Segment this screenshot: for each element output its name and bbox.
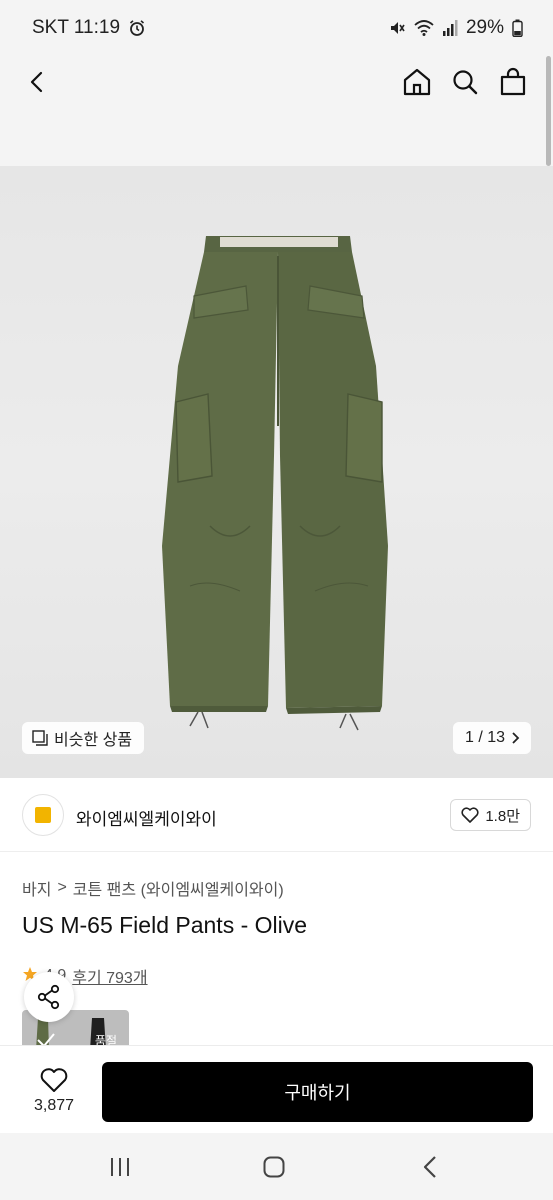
back-nav-icon [423,1156,436,1178]
heart-outline-icon [40,1068,68,1092]
buy-button[interactable]: 구매하기 [102,1062,533,1122]
similar-label: 비슷한 상품 [54,732,133,749]
breadcrumb-subcategory[interactable]: 코튼 팬츠 (와이엠씨엘케이와이) [73,876,284,900]
home-button[interactable] [395,60,439,104]
carrier-time: SKT 11:19 [32,17,121,38]
home-nav-button[interactable] [254,1151,294,1183]
alarm-icon [128,19,146,37]
search-button[interactable] [443,60,487,104]
brand-logo-mark [35,807,51,823]
wishlist-count: 3,877 [33,1097,75,1114]
image-counter-button[interactable]: 1 / 13 [452,722,531,754]
signal-icon [442,19,458,37]
cart-button[interactable] [491,60,535,104]
breadcrumb-category[interactable]: 바지 [22,876,51,900]
status-left: SKT 11:19 [32,17,146,39]
back-icon [30,71,43,93]
review-link[interactable]: 후기 793개 [72,964,147,988]
status-right: 29% [388,17,523,39]
app-header [0,56,553,166]
status-bar: SKT 11:19 29% [0,0,553,56]
brand-logo[interactable] [22,794,64,836]
product-image[interactable]: 비슷한 상품 1 / 13 [0,166,553,778]
breadcrumb-separator: > [57,879,67,896]
share-button[interactable] [24,972,74,1022]
brand-name[interactable]: 와이엠씨엘케이와이 [76,805,217,830]
heart-icon [461,807,479,823]
breadcrumb: 바지 > 코튼 팬츠 (와이엠씨엘케이와이) [22,876,284,900]
image-counter: 1 / 13 [464,729,505,746]
similar-icon [32,730,48,746]
pants-illustration [162,236,388,731]
brand-like-button[interactable]: 1.8만 [450,799,531,831]
back-button[interactable] [16,60,60,104]
system-nav-bar [0,1133,553,1200]
cart-icon [500,67,526,96]
product-title: US M-65 Field Pants - Olive [22,912,308,938]
chevron-right-icon [512,732,520,744]
brand-like-count: 1.8만 [485,807,520,825]
battery-text: 29% [465,17,504,38]
similar-products-button[interactable]: 비슷한 상품 [22,722,145,754]
search-icon [453,70,478,95]
share-icon [37,984,60,1010]
purchase-bar: 3,877 구매하기 [0,1045,553,1133]
recents-icon [111,1158,129,1176]
wishlist-button[interactable]: 3,877 [22,1062,86,1120]
home-icon [403,68,431,96]
home-nav-icon [263,1156,285,1178]
brand-row[interactable]: 와이엠씨엘케이와이 1.8만 [0,778,553,852]
back-nav-button[interactable] [410,1151,450,1183]
recents-button[interactable] [100,1151,140,1183]
mute-icon [388,19,406,37]
wifi-icon [414,19,434,37]
scrollbar[interactable] [546,56,551,166]
battery-icon [512,19,523,37]
